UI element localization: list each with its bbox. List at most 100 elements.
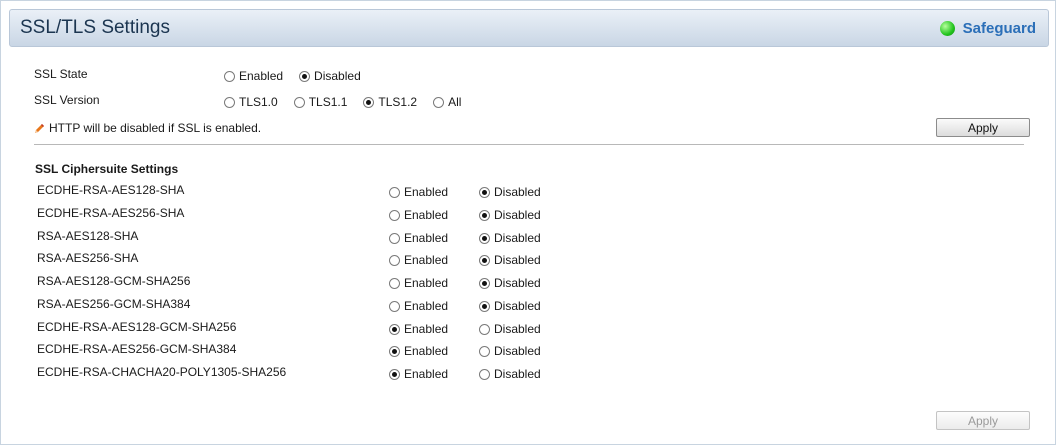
ciphersuite-disabled-label: Disabled	[494, 367, 541, 381]
ciphersuite-disabled-radio[interactable]	[479, 300, 490, 312]
ciphersuite-disabled-label: Disabled	[494, 185, 541, 199]
tls12-radio[interactable]	[363, 96, 375, 108]
ciphersuite-row: ECDHE-RSA-AES256-SHA Enabled Disabled	[1, 206, 1056, 222]
ciphersuite-disabled-radio[interactable]	[479, 209, 490, 221]
ssl-state-enabled-radio[interactable]	[224, 70, 235, 82]
ciphersuite-disabled-label: Disabled	[494, 208, 541, 222]
ciphersuite-disabled-label: Disabled	[494, 299, 541, 313]
tls10-label: TLS1.0	[239, 95, 278, 109]
page-title: SSL/TLS Settings	[20, 17, 170, 38]
ciphersuite-enabled-option[interactable]: Enabled	[389, 322, 448, 336]
safeguard-indicator: Safeguard	[939, 19, 1036, 37]
safeguard-label: Safeguard	[962, 19, 1036, 37]
ciphersuite-enabled-radio[interactable]	[389, 254, 400, 266]
ciphersuite-enabled-label: Enabled	[404, 322, 449, 336]
ciphersuite-enabled-option[interactable]: Enabled	[389, 185, 448, 199]
ciphersuite-enabled-radio[interactable]	[389, 232, 400, 244]
ciphersuite-name: ECDHE-RSA-CHACHA20-POLY1305-SHA256	[37, 365, 287, 379]
ciphersuite-disabled-radio[interactable]	[479, 368, 490, 380]
ciphersuite-enabled-radio[interactable]	[389, 209, 400, 221]
ciphersuite-section-title: SSL Ciphersuite Settings	[35, 162, 179, 176]
ciphersuite-disabled-radio[interactable]	[479, 186, 490, 198]
ciphersuite-row: RSA-AES256-SHA Enabled Disabled	[1, 251, 1056, 267]
page-header: SSL/TLS Settings Safeguard	[9, 9, 1049, 47]
ciphersuite-name: RSA-AES128-GCM-SHA256	[37, 274, 191, 288]
ciphersuite-enabled-radio[interactable]	[389, 345, 400, 357]
ciphersuite-enabled-option[interactable]: Enabled	[389, 367, 448, 381]
tls-all-option[interactable]: All	[433, 95, 461, 109]
ciphersuite-name: ECDHE-RSA-AES128-SHA	[37, 183, 185, 197]
ciphersuite-disabled-label: Disabled	[494, 344, 541, 358]
ciphersuite-disabled-option[interactable]: Disabled	[479, 231, 541, 245]
ciphersuite-enabled-radio[interactable]	[389, 277, 400, 289]
ciphersuite-enabled-option[interactable]: Enabled	[389, 276, 448, 290]
ssl-state-label: SSL State	[34, 67, 88, 81]
ciphersuite-name: ECDHE-RSA-AES256-SHA	[37, 206, 185, 220]
ciphersuite-enabled-label: Enabled	[404, 208, 449, 222]
page-frame: SSL/TLS Settings Safeguard SSL State Ena…	[0, 0, 1056, 445]
ciphersuite-disabled-option[interactable]: Disabled	[479, 276, 541, 290]
ciphersuite-disabled-option[interactable]: Disabled	[479, 322, 541, 336]
ciphersuite-row: RSA-AES128-GCM-SHA256 Enabled Disabled	[1, 274, 1056, 290]
tls11-radio[interactable]	[293, 96, 305, 108]
ciphersuite-apply-button[interactable]: Apply	[936, 411, 1030, 430]
ciphersuite-enabled-label: Enabled	[404, 253, 449, 267]
tls10-radio[interactable]	[224, 96, 235, 108]
ciphersuite-row: ECDHE-RSA-CHACHA20-POLY1305-SHA256 Enable…	[1, 365, 1056, 381]
ciphersuite-row: ECDHE-RSA-AES256-GCM-SHA384 Enabled Disabl…	[1, 342, 1056, 358]
ciphersuite-disabled-radio[interactable]	[479, 277, 490, 289]
ciphersuite-disabled-label: Disabled	[494, 253, 541, 267]
tls10-option[interactable]: TLS1.0	[224, 95, 278, 109]
ciphersuite-enabled-radio[interactable]	[389, 368, 400, 380]
ciphersuite-row: ECDHE-RSA-AES128-SHA Enabled Disabled	[1, 183, 1056, 199]
ciphersuite-disabled-radio[interactable]	[479, 345, 490, 357]
ciphersuite-disabled-option[interactable]: Disabled	[479, 344, 541, 358]
ciphersuite-enabled-option[interactable]: Enabled	[389, 344, 448, 358]
ciphersuite-disabled-radio[interactable]	[479, 323, 490, 335]
ciphersuite-enabled-option[interactable]: Enabled	[389, 299, 448, 313]
section-divider	[34, 144, 1024, 145]
ciphersuite-row: ECDHE-RSA-AES128-GCM-SHA256 Enabled Disabl…	[1, 320, 1056, 336]
pencil-icon	[35, 123, 44, 133]
ciphersuite-enabled-label: Enabled	[404, 367, 449, 381]
ciphersuite-name: RSA-AES128-SHA	[37, 229, 139, 243]
tls-all-label: All	[448, 95, 462, 109]
ciphersuite-disabled-option[interactable]: Disabled	[479, 299, 541, 313]
ciphersuite-enabled-option[interactable]: Enabled	[389, 253, 448, 267]
ssl-state-disabled-option[interactable]: Disabled	[299, 69, 361, 83]
ciphersuite-disabled-radio[interactable]	[479, 254, 490, 266]
ciphersuite-disabled-label: Disabled	[494, 276, 541, 290]
safeguard-status-icon	[939, 20, 955, 36]
ciphersuite-enabled-label: Enabled	[404, 344, 449, 358]
ssl-state-enabled-option[interactable]: Enabled	[224, 69, 283, 83]
ciphersuite-enabled-label: Enabled	[404, 231, 449, 245]
ciphersuite-name: RSA-AES256-SHA	[37, 251, 139, 265]
tls-all-radio[interactable]	[433, 96, 445, 108]
ciphersuite-enabled-label: Enabled	[404, 185, 449, 199]
ciphersuite-disabled-label: Disabled	[494, 231, 541, 245]
ciphersuite-enabled-radio[interactable]	[389, 323, 400, 335]
ciphersuite-enabled-label: Enabled	[404, 299, 449, 313]
ciphersuite-disabled-option[interactable]: Disabled	[479, 253, 541, 267]
apply-button[interactable]: Apply	[936, 118, 1030, 137]
ssl-version-label: SSL Version	[34, 93, 100, 107]
ciphersuite-disabled-radio[interactable]	[479, 232, 490, 244]
ciphersuite-enabled-radio[interactable]	[389, 300, 400, 312]
ciphersuite-disabled-option[interactable]: Disabled	[479, 208, 541, 222]
ciphersuite-enabled-option[interactable]: Enabled	[389, 231, 448, 245]
ssl-state-options: Enabled Disabled	[224, 68, 377, 84]
ciphersuite-enabled-label: Enabled	[404, 276, 449, 290]
ciphersuite-enabled-radio[interactable]	[389, 186, 400, 198]
ssl-state-disabled-label: Disabled	[314, 69, 361, 83]
ssl-version-options: TLS1.0 TLS1.1 TLS1.2 All	[224, 94, 477, 110]
tls12-label: TLS1.2	[378, 95, 418, 109]
tls12-option[interactable]: TLS1.2	[363, 95, 417, 109]
tls11-option[interactable]: TLS1.1	[293, 95, 347, 109]
ciphersuite-enabled-option[interactable]: Enabled	[389, 208, 448, 222]
ciphersuite-name: RSA-AES256-GCM-SHA384	[37, 297, 191, 311]
ciphersuite-disabled-option[interactable]: Disabled	[479, 185, 541, 199]
ciphersuite-disabled-option[interactable]: Disabled	[479, 367, 541, 381]
ciphersuite-name: ECDHE-RSA-AES256-GCM-SHA384	[37, 342, 237, 356]
ciphersuite-row: RSA-AES256-GCM-SHA384 Enabled Disabled	[1, 297, 1056, 313]
ssl-state-disabled-radio[interactable]	[299, 70, 311, 82]
